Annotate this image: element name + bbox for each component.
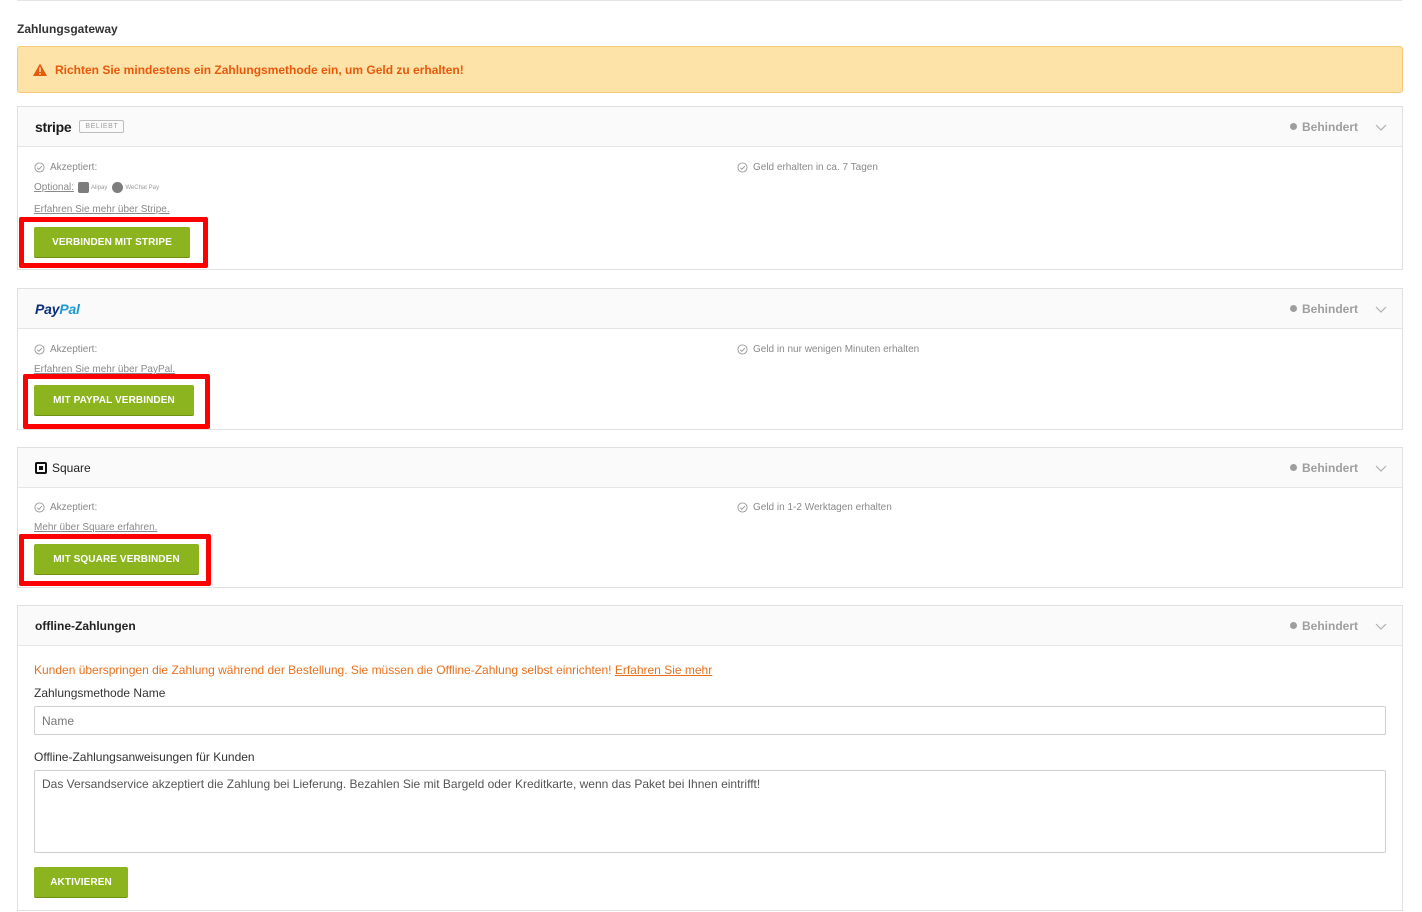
stripe-accepted: Akzeptiert: bbox=[34, 162, 97, 173]
chevron-down-icon[interactable] bbox=[1375, 303, 1387, 315]
status-dot bbox=[1289, 464, 1297, 471]
accepted-label: Akzeptiert: bbox=[50, 344, 98, 355]
status-label: Behindert bbox=[1301, 618, 1358, 633]
accepted-label: Akzeptiert: bbox=[50, 502, 98, 513]
alipay-icon bbox=[78, 182, 90, 193]
connect-square-button[interactable]: MIT SQUARE VERBINDEN bbox=[34, 544, 199, 574]
square-card: Square Behindert Akzeptiert: Mehr über S… bbox=[17, 447, 1403, 588]
paypal-card-header[interactable]: PayPal Behindert bbox=[18, 289, 1402, 329]
square-logo-icon bbox=[35, 461, 47, 474]
square-status: Behindert bbox=[1289, 448, 1358, 487]
connect-stripe-button[interactable]: VERBINDEN MIT STRIPE bbox=[34, 227, 190, 257]
stripe-learn-more[interactable]: Erfahren Sie mehr über Stripe. bbox=[34, 204, 170, 215]
square-learn-more[interactable]: Mehr über Square erfahren. bbox=[34, 522, 157, 533]
paypal-payout: Geld in nur wenigen Minuten erhalten bbox=[737, 344, 919, 355]
wechat-pay-icon bbox=[112, 182, 124, 193]
offline-card: offline-Zahlungen Behindert Kunden übers… bbox=[17, 605, 1403, 911]
status-dot bbox=[1289, 123, 1297, 130]
payment-method-name-input[interactable] bbox=[34, 706, 1386, 735]
payout-label: Geld in 1-2 Werktagen erhalten bbox=[753, 502, 892, 513]
check-circle-icon bbox=[737, 344, 748, 355]
square-card-header[interactable]: Square Behindert bbox=[18, 448, 1402, 488]
wechat-pay-label: WeChat Pay bbox=[125, 184, 159, 191]
section-title: Zahlungsgateway bbox=[17, 22, 118, 36]
check-circle-icon bbox=[34, 344, 45, 355]
paypal-card: PayPal Behindert Akzeptiert: Erfahren Si… bbox=[17, 288, 1403, 430]
stripe-logo: stripe bbox=[35, 118, 72, 135]
payment-method-name-label: Zahlungsmethode Name bbox=[34, 686, 166, 700]
connect-paypal-button[interactable]: MIT PAYPAL VERBINDEN bbox=[34, 385, 194, 415]
accepted-label: Akzeptiert: bbox=[50, 162, 98, 173]
stripe-card-header[interactable]: stripe BELIEBT Behindert bbox=[18, 107, 1402, 147]
offline-card-header[interactable]: offline-Zahlungen Behindert bbox=[18, 606, 1402, 646]
stripe-card: stripe BELIEBT Behindert Akzeptiert: Opt… bbox=[17, 106, 1403, 270]
offline-instructions-textarea[interactable]: Das Versandservice akzeptiert die Zahlun… bbox=[34, 770, 1386, 853]
offline-title: offline-Zahlungen bbox=[35, 618, 136, 633]
chevron-down-icon[interactable] bbox=[1375, 121, 1387, 133]
status-label: Behindert bbox=[1301, 460, 1358, 475]
status-dot bbox=[1289, 622, 1297, 629]
popular-badge: BELIEBT bbox=[79, 120, 125, 133]
paypal-logo: PayPal bbox=[35, 300, 80, 317]
chevron-down-icon[interactable] bbox=[1375, 620, 1387, 632]
optional-link[interactable]: Optional: bbox=[34, 182, 74, 193]
alipay-label: Alipay bbox=[91, 184, 108, 191]
payout-label: Geld erhalten in ca. 7 Tagen bbox=[753, 162, 878, 173]
chevron-down-icon[interactable] bbox=[1375, 462, 1387, 474]
status-label: Behindert bbox=[1301, 301, 1358, 316]
setup-alert: Richten Sie mindestens ein Zahlungsmetho… bbox=[17, 46, 1403, 93]
stripe-optional: Optional: Alipay WeChat Pay bbox=[34, 182, 164, 193]
square-accepted: Akzeptiert: bbox=[34, 502, 97, 513]
offline-learn-more-link[interactable]: Erfahren Sie mehr bbox=[615, 663, 712, 677]
check-circle-icon bbox=[737, 502, 748, 513]
activate-button[interactable]: AKTIVIEREN bbox=[34, 867, 128, 897]
stripe-status: Behindert bbox=[1289, 107, 1358, 146]
stripe-payout: Geld erhalten in ca. 7 Tagen bbox=[737, 162, 878, 173]
check-circle-icon bbox=[737, 162, 748, 173]
square-name: Square bbox=[52, 460, 91, 475]
offline-instructions-label: Offline-Zahlungsanweisungen für Kunden bbox=[34, 750, 255, 764]
check-circle-icon bbox=[34, 162, 45, 173]
payout-label: Geld in nur wenigen Minuten erhalten bbox=[753, 344, 920, 355]
top-divider bbox=[17, 0, 1402, 1]
offline-status: Behindert bbox=[1289, 606, 1358, 645]
paypal-accepted: Akzeptiert: bbox=[34, 344, 97, 355]
offline-notice: Kunden überspringen die Zahlung während … bbox=[34, 663, 713, 677]
paypal-status: Behindert bbox=[1289, 289, 1358, 328]
status-label: Behindert bbox=[1301, 119, 1358, 134]
warning-icon bbox=[33, 63, 47, 76]
status-dot bbox=[1289, 305, 1297, 312]
check-circle-icon bbox=[34, 502, 45, 513]
alert-text: Richten Sie mindestens ein Zahlungsmetho… bbox=[55, 62, 464, 77]
square-payout: Geld in 1-2 Werktagen erhalten bbox=[737, 502, 892, 513]
